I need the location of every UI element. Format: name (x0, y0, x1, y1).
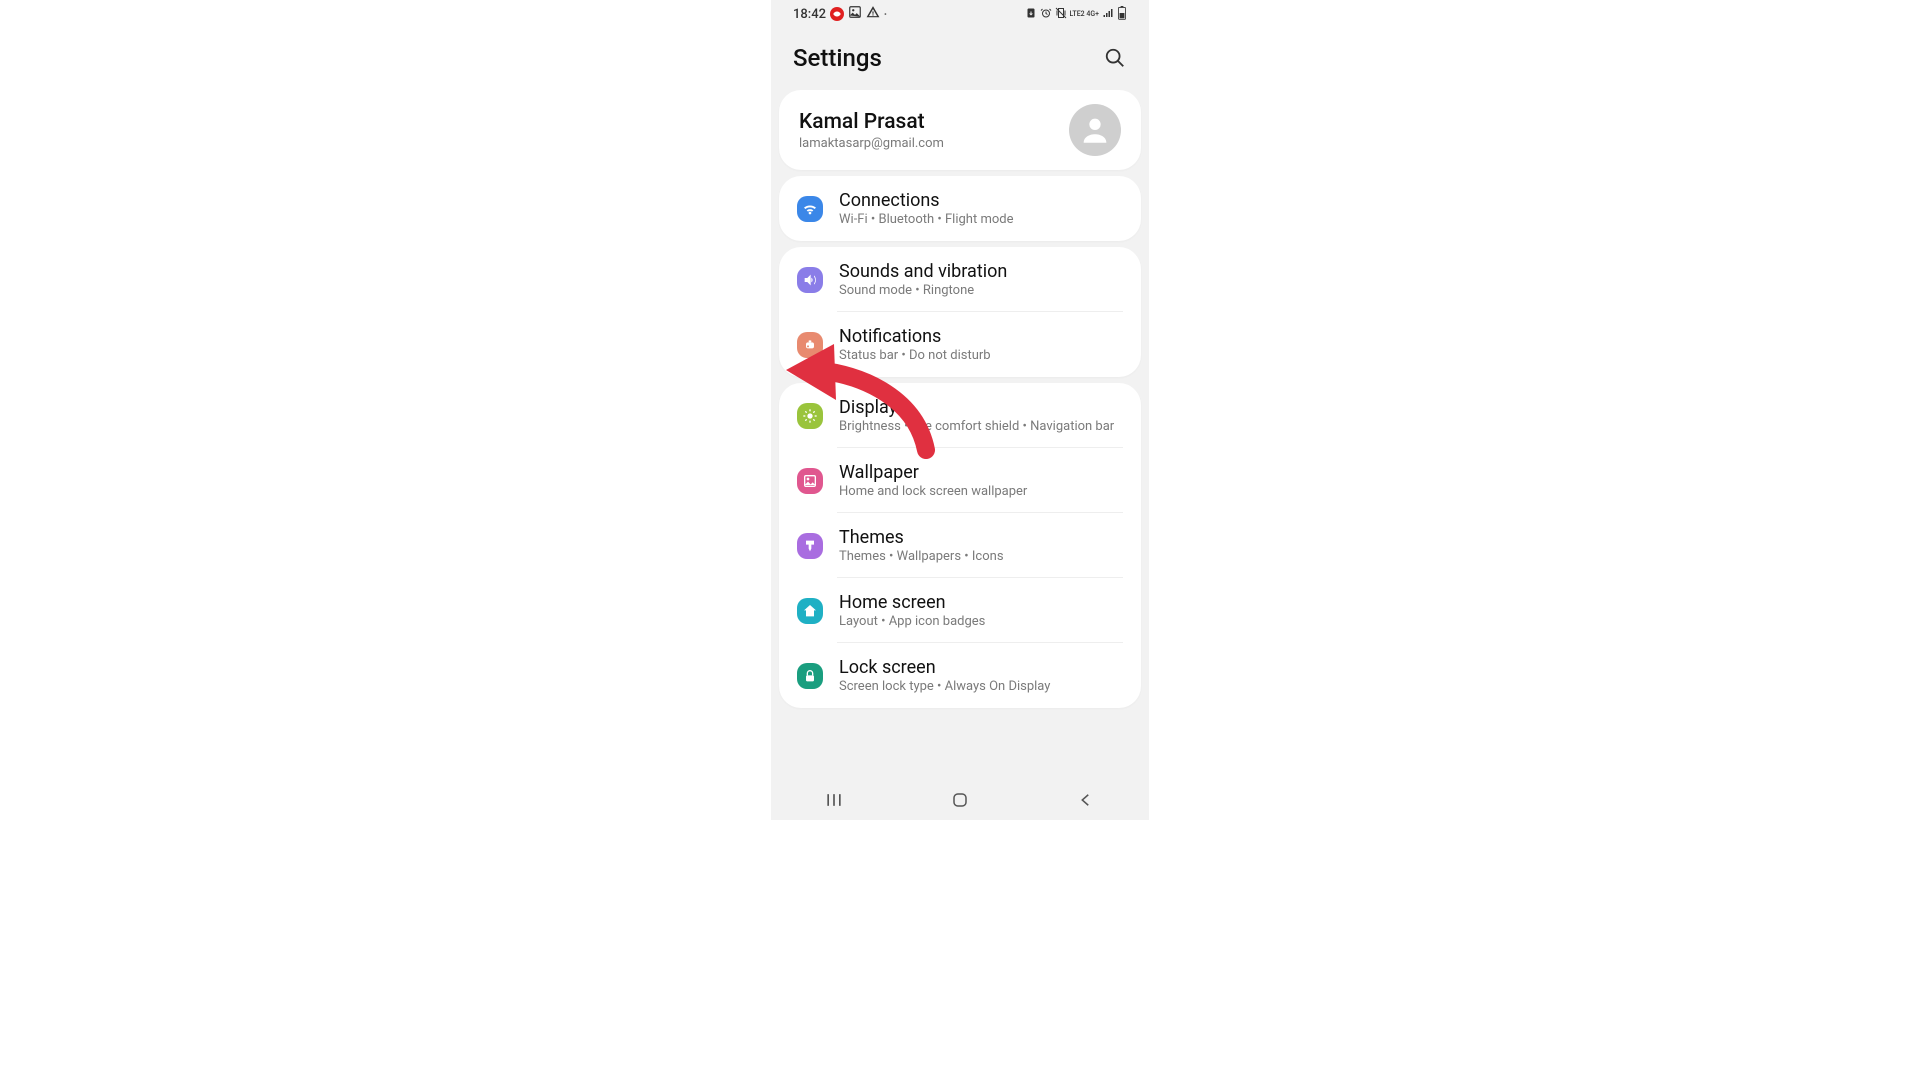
item-title: Themes (839, 527, 1123, 548)
lock-icon (797, 663, 823, 689)
battery-icon (1117, 6, 1127, 23)
profile-email: lamaktasarp@gmail.com (799, 136, 944, 151)
navigation-bar (771, 780, 1149, 820)
settings-item-themes[interactable]: ThemesThemes • Wallpapers • Icons (779, 513, 1141, 578)
status-left: 18:42 • (793, 5, 887, 23)
profile-card[interactable]: Kamal Prasat lamaktasarp@gmail.com (779, 90, 1141, 170)
page-title: Settings (793, 44, 882, 72)
settings-group: Sounds and vibrationSound mode • Rington… (779, 247, 1141, 377)
item-subtitle: Themes • Wallpapers • Icons (839, 549, 1123, 564)
settings-item-notifications[interactable]: NotificationsStatus bar • Do not disturb (779, 312, 1141, 377)
signal-icon (1102, 7, 1114, 22)
vibrate-icon (1055, 7, 1067, 22)
item-title: Lock screen (839, 657, 1123, 678)
status-right: LTE2 4G+ (1025, 6, 1128, 23)
bell-icon (797, 332, 823, 358)
item-title: Notifications (839, 326, 1123, 347)
item-subtitle: Sound mode • Ringtone (839, 283, 1123, 298)
settings-item-home-screen[interactable]: Home screenLayout • App icon badges (779, 578, 1141, 643)
network-label: LTE2 4G+ (1070, 11, 1100, 18)
app-update-icon (1025, 7, 1037, 22)
image-icon (797, 468, 823, 494)
status-dot: • (884, 10, 887, 19)
wifi-icon (797, 196, 823, 222)
item-text: ThemesThemes • Wallpapers • Icons (839, 527, 1123, 564)
settings-item-connections[interactable]: ConnectionsWi-Fi • Bluetooth • Flight mo… (779, 176, 1141, 241)
item-subtitle: Home and lock screen wallpaper (839, 484, 1123, 499)
carrier-icon (830, 7, 844, 21)
back-button[interactable] (1074, 788, 1098, 812)
item-title: Display (839, 397, 1123, 418)
item-text: Home screenLayout • App icon badges (839, 592, 1123, 629)
item-subtitle: Wi-Fi • Bluetooth • Flight mode (839, 212, 1123, 227)
recents-button[interactable] (822, 788, 846, 812)
picture-icon (848, 5, 862, 23)
phone-frame: 18:42 • LTE2 4G+ (771, 0, 1149, 820)
settings-item-sounds-and-vibration[interactable]: Sounds and vibrationSound mode • Rington… (779, 247, 1141, 312)
item-text: ConnectionsWi-Fi • Bluetooth • Flight mo… (839, 190, 1123, 227)
item-text: WallpaperHome and lock screen wallpaper (839, 462, 1123, 499)
sun-icon (797, 403, 823, 429)
settings-item-wallpaper[interactable]: WallpaperHome and lock screen wallpaper (779, 448, 1141, 513)
status-time: 18:42 (793, 7, 826, 22)
profile-text: Kamal Prasat lamaktasarp@gmail.com (799, 110, 944, 151)
item-subtitle: Status bar • Do not disturb (839, 348, 1123, 363)
profile-name: Kamal Prasat (799, 110, 944, 134)
item-title: Home screen (839, 592, 1123, 613)
item-subtitle: Brightness • Eye comfort shield • Naviga… (839, 419, 1123, 434)
warning-icon (866, 5, 880, 23)
volume-icon (797, 267, 823, 293)
home-icon (797, 598, 823, 624)
item-text: NotificationsStatus bar • Do not disturb (839, 326, 1123, 363)
item-subtitle: Screen lock type • Always On Display (839, 679, 1123, 694)
item-title: Connections (839, 190, 1123, 211)
alarm-icon (1040, 7, 1052, 22)
settings-header: Settings (771, 28, 1149, 84)
settings-group: DisplayBrightness • Eye comfort shield •… (779, 383, 1141, 708)
item-text: Lock screenScreen lock type • Always On … (839, 657, 1123, 694)
settings-item-display[interactable]: DisplayBrightness • Eye comfort shield •… (779, 383, 1141, 448)
status-bar: 18:42 • LTE2 4G+ (771, 0, 1149, 28)
home-button[interactable] (948, 788, 972, 812)
settings-group: ConnectionsWi-Fi • Bluetooth • Flight mo… (779, 176, 1141, 241)
avatar (1069, 104, 1121, 156)
item-title: Sounds and vibration (839, 261, 1123, 282)
item-title: Wallpaper (839, 462, 1123, 483)
item-subtitle: Layout • App icon badges (839, 614, 1123, 629)
item-text: Sounds and vibrationSound mode • Rington… (839, 261, 1123, 298)
item-text: DisplayBrightness • Eye comfort shield •… (839, 397, 1123, 434)
paint-icon (797, 533, 823, 559)
search-button[interactable] (1103, 46, 1127, 70)
settings-item-lock-screen[interactable]: Lock screenScreen lock type • Always On … (779, 643, 1141, 708)
